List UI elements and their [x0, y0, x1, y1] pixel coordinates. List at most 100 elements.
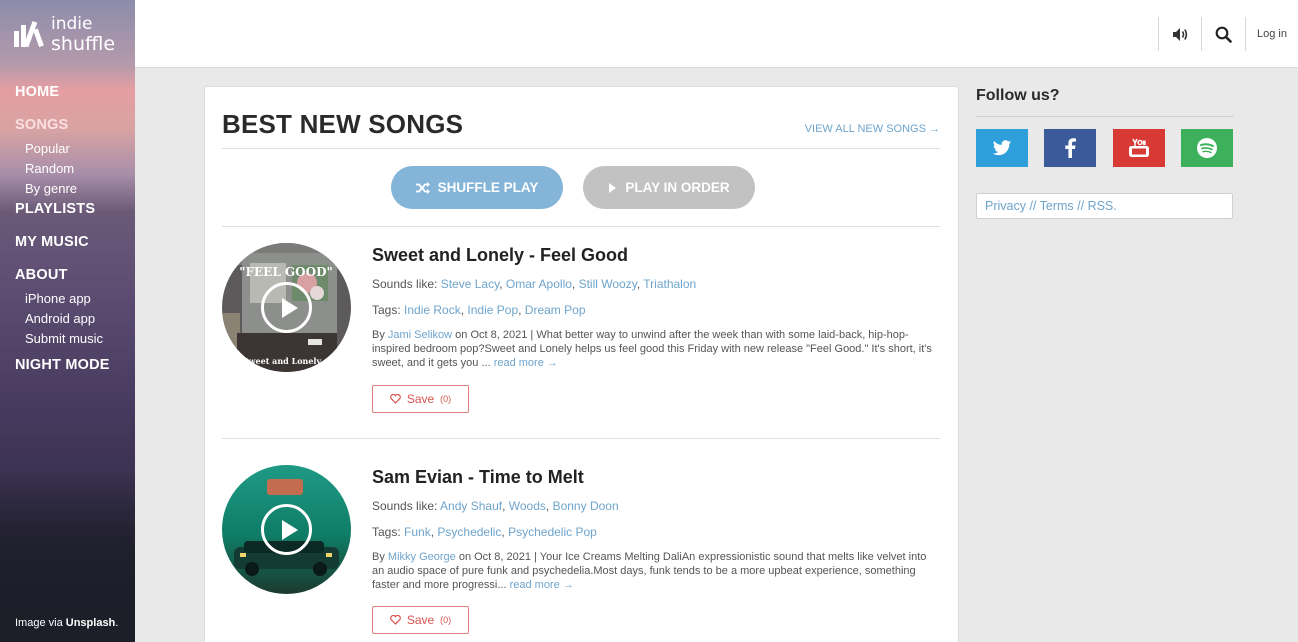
nav-about-submit-music[interactable]: Submit music: [25, 331, 110, 351]
spotify-icon: [1197, 138, 1217, 158]
save-button[interactable]: Save (0): [372, 385, 469, 413]
twitter-icon: [992, 139, 1012, 155]
twitter-button[interactable]: [976, 129, 1028, 167]
image-credit-source[interactable]: Unsplash: [66, 617, 116, 629]
search-button[interactable]: [1201, 17, 1245, 51]
tags-label: Tags:: [372, 303, 401, 317]
sounds-like-link[interactable]: Triathalon: [643, 277, 696, 291]
play-icon[interactable]: [261, 282, 312, 333]
volume-icon: [1172, 27, 1187, 41]
tag-link[interactable]: Funk: [404, 525, 431, 539]
tag-link[interactable]: Psychedelic: [437, 525, 501, 539]
heart-icon: [389, 394, 401, 404]
save-count: (0): [440, 615, 452, 625]
read-more-link[interactable]: read more →: [510, 579, 574, 591]
logo-icon: [12, 17, 46, 51]
nav-songs-random[interactable]: Random: [25, 161, 110, 181]
play-icon: [609, 182, 617, 193]
nav-songs[interactable]: SONGS: [15, 117, 110, 141]
logo-line-2: shuffle: [51, 33, 116, 55]
sounds-like-link[interactable]: Woods: [509, 499, 546, 513]
tag-link[interactable]: Psychedelic Pop: [508, 525, 597, 539]
author-link[interactable]: Jami Selikow: [388, 329, 452, 341]
tags-row: Tags: Indie Rock, Indie Pop, Dream Pop: [372, 303, 586, 317]
image-credit: Image via Unsplash.: [15, 617, 118, 629]
sounds-like-link[interactable]: Steve Lacy: [441, 277, 499, 291]
save-count: (0): [440, 394, 452, 404]
sounds-like-label: Sounds like:: [372, 499, 438, 513]
sidebar: indie shuffle HOME SONGS Popular Random …: [0, 0, 135, 642]
login-label: Log in: [1257, 28, 1287, 40]
tag-link[interactable]: Indie Pop: [467, 303, 518, 317]
sounds-like-link[interactable]: Omar Apollo: [506, 277, 572, 291]
page-title: BEST NEW SONGS: [222, 109, 464, 139]
title-divider: [222, 148, 940, 149]
tags-label: Tags:: [372, 525, 401, 539]
nav-about-android-app[interactable]: Android app: [25, 311, 110, 331]
tag-link[interactable]: Indie Rock: [404, 303, 461, 317]
song-item: Sam Evian - Time to Melt Sounds like: An…: [222, 465, 942, 642]
play-icon[interactable]: [261, 504, 312, 555]
sounds-like-row: Sounds like: Steve Lacy, Omar Apollo, St…: [372, 277, 697, 291]
post-date: on Oct 8, 2021: [455, 329, 528, 341]
shuffle-play-label: SHUFFLE PLAY: [437, 180, 539, 195]
top-header: Log in: [135, 0, 1298, 68]
song-artwork[interactable]: "FEEL GOOD" Sweet and Lonely: [222, 243, 351, 372]
logo-line-1: indie: [51, 14, 93, 34]
nav-about[interactable]: ABOUT: [15, 267, 110, 291]
image-credit-prefix: Image via: [15, 617, 63, 629]
shuffle-icon: [415, 181, 430, 194]
best-new-songs-card: BEST NEW SONGS VIEW ALL NEW SONGS → SHUF…: [204, 86, 959, 642]
buttons-divider: [222, 226, 940, 227]
youtube-button[interactable]: [1113, 129, 1165, 167]
logo[interactable]: indie shuffle: [12, 14, 115, 54]
artwork-caption-bottom: Sweet and Lonely: [243, 356, 322, 366]
spotify-button[interactable]: [1181, 129, 1233, 167]
sidebar-nav: HOME SONGS Popular Random By genre PLAYL…: [15, 84, 110, 390]
login-button[interactable]: Log in: [1245, 17, 1298, 51]
follow-divider: [976, 116, 1234, 117]
follow-us-heading: Follow us?: [976, 87, 1060, 104]
song-excerpt: By Mikky George on Oct 8, 2021 | Your Ic…: [372, 551, 927, 591]
song-title[interactable]: Sweet and Lonely - Feel Good: [372, 245, 628, 266]
nav-songs-by-genre[interactable]: By genre: [25, 181, 110, 201]
nav-my-music[interactable]: MY MUSIC: [15, 234, 110, 267]
view-all-new-songs-link[interactable]: VIEW ALL NEW SONGS →: [805, 123, 940, 135]
song-title[interactable]: Sam Evian - Time to Melt: [372, 467, 584, 488]
footer-links[interactable]: Privacy // Terms // RSS.: [976, 193, 1233, 219]
facebook-button[interactable]: [1044, 129, 1096, 167]
excerpt-text: Your Ice Creams Melting DaliAn expressio…: [372, 551, 927, 591]
play-in-order-button[interactable]: PLAY IN ORDER: [583, 166, 755, 209]
sounds-like-link[interactable]: Andy Shauf: [440, 499, 502, 513]
artwork-caption-top: "FEEL GOOD": [239, 265, 333, 279]
save-label: Save: [406, 392, 435, 406]
sounds-like-row: Sounds like: Andy Shauf, Woods, Bonny Do…: [372, 499, 619, 513]
nav-playlists[interactable]: PLAYLISTS: [15, 201, 110, 234]
volume-button[interactable]: [1158, 17, 1201, 51]
nav-home[interactable]: HOME: [15, 84, 110, 117]
song-item: "FEEL GOOD" Sweet and Lonely Sweet and L…: [222, 243, 942, 443]
shuffle-play-button[interactable]: SHUFFLE PLAY: [391, 166, 563, 209]
read-more-link[interactable]: read more →: [494, 357, 558, 369]
nav-night-mode[interactable]: NIGHT MODE: [15, 357, 110, 390]
save-label: Save: [406, 613, 435, 627]
author-link[interactable]: Mikky George: [388, 551, 456, 563]
song-excerpt: By Jami Selikow on Oct 8, 2021 | What be…: [372, 329, 932, 369]
image-credit-suffix: .: [115, 617, 119, 629]
youtube-icon: [1129, 138, 1149, 157]
facebook-icon: [1064, 138, 1076, 158]
song-artwork[interactable]: [222, 465, 351, 594]
tag-link[interactable]: Dream Pop: [525, 303, 586, 317]
sounds-like-label: Sounds like:: [372, 277, 438, 291]
nav-songs-popular[interactable]: Popular: [25, 141, 110, 161]
sounds-like-link[interactable]: Bonny Doon: [553, 499, 619, 513]
by-label: By: [372, 551, 385, 563]
search-icon: [1215, 26, 1232, 43]
save-button[interactable]: Save (0): [372, 606, 469, 634]
song-divider: [222, 438, 940, 439]
sounds-like-link[interactable]: Still Woozy: [579, 277, 637, 291]
logo-text: indie shuffle: [51, 14, 115, 54]
nav-about-iphone-app[interactable]: iPhone app: [25, 291, 110, 311]
post-date: on Oct 8, 2021: [458, 551, 531, 563]
by-label: By: [372, 329, 385, 341]
